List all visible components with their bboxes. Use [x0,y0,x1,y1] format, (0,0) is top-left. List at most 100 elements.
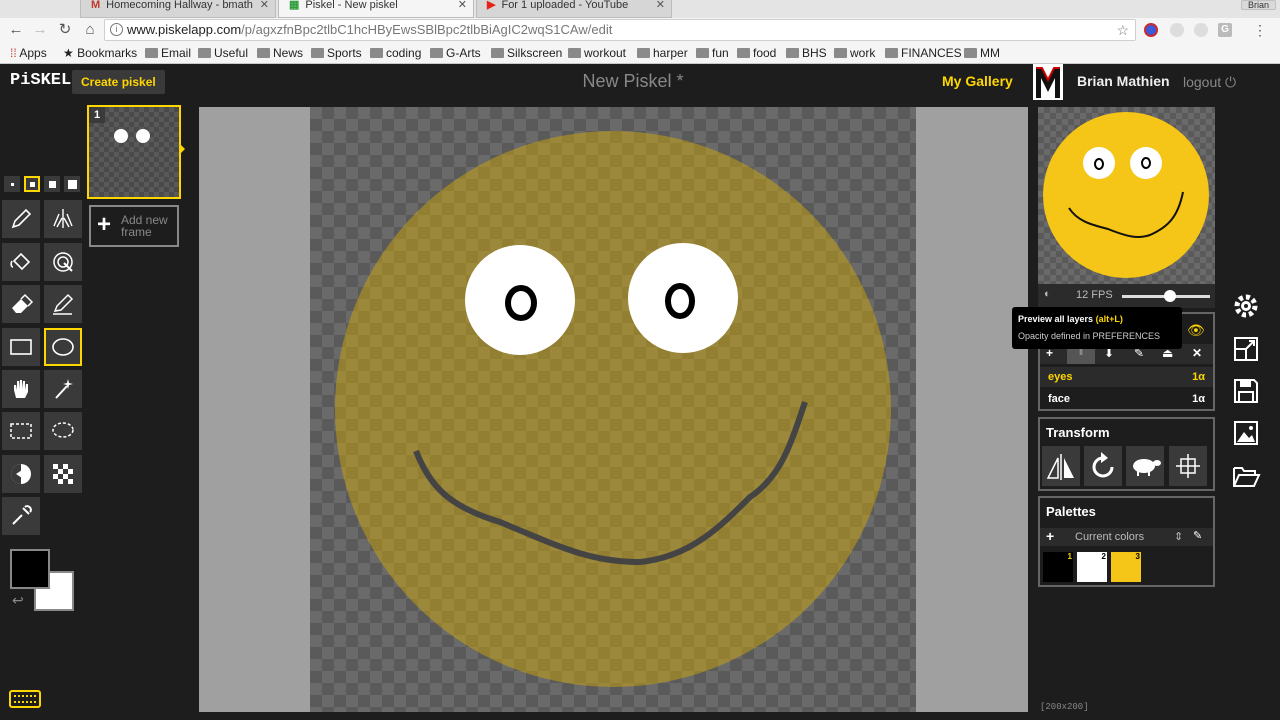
open-folder-icon[interactable] [1227,457,1265,495]
bookmark-folder[interactable]: coding [370,46,421,60]
ellipse-tool[interactable] [44,328,82,366]
palette-color-2[interactable]: 2 [1077,552,1107,582]
fps-slider-handle[interactable] [1164,290,1177,302]
export-image-icon[interactable] [1227,414,1265,452]
dithering-tool[interactable] [44,455,82,493]
google-extension-icon[interactable]: G [1218,23,1232,37]
layer-alpha[interactable]: 1α [1192,371,1205,383]
delete-layer-icon[interactable]: ✕ [1192,346,1202,360]
palette-select-value[interactable]: Current colors [1075,531,1144,543]
primary-color-swatch[interactable] [10,549,50,589]
url-host: www.piskelapp.com [127,22,242,37]
extension-flag-icon[interactable] [1144,23,1158,37]
eraser-tool[interactable] [2,285,40,323]
folder-icon [834,48,847,58]
pixel-canvas[interactable] [310,107,916,712]
bookmark-folder[interactable]: workout [568,46,626,60]
center-button[interactable] [1169,446,1207,486]
close-tab-icon[interactable]: ✕ [260,0,269,11]
bookmark-folder[interactable]: Email [145,46,191,60]
vertical-mirror-pen-tool[interactable] [44,200,82,238]
my-gallery-link[interactable]: My Gallery [942,73,1013,89]
color-picker-tool[interactable] [2,497,40,535]
flip-button[interactable] [1042,446,1080,486]
bookmark-folder[interactable]: Sports [311,46,362,60]
palette-color-3[interactable]: 3 [1111,552,1141,582]
lighten-tool[interactable] [2,455,40,493]
bookmark-star-icon[interactable]: ☆ [1116,20,1129,40]
bookmark-folder[interactable]: MM [964,46,1000,60]
browser-tab-active[interactable]: ▦ Piskel - New piskel ✕ [278,0,474,18]
resize-icon[interactable] [1227,330,1265,368]
bookmark-folder[interactable]: food [737,46,776,60]
browser-menu-icon[interactable]: ⋮ [1250,20,1270,40]
layer-item[interactable]: face 1α [1040,389,1213,409]
bookmark-folder[interactable]: fun [696,46,729,60]
browser-profile-button[interactable]: Brian [1240,0,1276,10]
layer-item[interactable]: eyes 1α [1040,367,1213,387]
username[interactable]: Brian Mathien [1077,73,1170,89]
animation-preview[interactable] [1038,107,1215,284]
move-tool[interactable] [2,370,40,408]
browser-tab[interactable]: ▶ For 1 uploaded - YouTube ✕ [476,0,672,18]
pen-size-2[interactable] [24,176,40,192]
apps-grid-icon: ⁞⁞ [10,46,20,60]
shape-selection-tool[interactable] [44,370,82,408]
extension-icon[interactable] [1194,23,1208,37]
bookmark-folder[interactable]: Silkscreen [491,46,562,60]
pen-size-1[interactable] [4,176,20,192]
pen-size-4[interactable] [64,176,80,192]
add-frame-button[interactable]: + Add new frame [89,205,179,247]
url-path: /p/agxzfnBpc2tlbC1hcHByEwsSBlBpc2tlbBiAg… [241,22,613,37]
avatar[interactable] [1033,64,1063,100]
preview-all-layers-eye-icon[interactable]: 👁 [1187,322,1205,339]
swap-colors-icon[interactable]: ↩ [12,592,24,609]
onion-skin-icon[interactable]: ◐ [1044,288,1051,300]
bookmark-folder[interactable]: work [834,46,875,60]
keyboard-shortcuts-icon[interactable] [9,690,41,708]
bookmarks-bar: ⁞⁞ Apps ★ Bookmarks Email Useful News Sp… [0,42,1280,64]
save-icon[interactable] [1227,372,1265,410]
rectangle-selection-tool[interactable] [2,412,40,450]
rectangle-tool[interactable] [2,328,40,366]
bookmark-folder[interactable]: FINANCES [885,46,962,60]
logout-link[interactable]: logout ⏻ [1183,74,1236,91]
clone-button[interactable] [1126,446,1164,486]
palette-color-1[interactable]: 1 [1043,552,1073,582]
back-icon[interactable]: ← [6,20,26,40]
fps-slider[interactable] [1122,290,1210,302]
add-palette-icon[interactable]: + [1046,528,1054,544]
home-icon[interactable]: ⌂ [80,20,100,40]
fps-label: 12 FPS [1076,289,1113,301]
bookmark-folder[interactable]: BHS [786,46,827,60]
bookmark-folder[interactable]: News [257,46,303,60]
bookmark-folder[interactable]: Useful [198,46,248,60]
info-icon[interactable]: i [110,23,123,36]
settings-gear-icon[interactable] [1227,287,1265,325]
lasso-selection-tool[interactable] [44,412,82,450]
close-tab-icon[interactable]: ✕ [656,0,665,11]
paint-bucket-tool[interactable] [2,243,40,281]
url-field[interactable]: i www.piskelapp.com/p/agxzfnBpc2tlbC1hcH… [104,19,1136,41]
palette-selector[interactable]: + Current colors ⇕ ✎ [1040,528,1213,546]
close-tab-icon[interactable]: ✕ [458,0,467,11]
pen-tool[interactable] [2,200,40,238]
stroke-tool[interactable] [44,285,82,323]
extension-icon[interactable] [1170,23,1184,37]
bookmark-bookmarks[interactable]: ★ Bookmarks [63,46,137,60]
eraser-icon [12,293,34,313]
pen-size-3[interactable] [44,176,60,192]
forward-icon[interactable]: → [30,20,50,40]
edit-palette-icon[interactable]: ✎ [1193,529,1202,542]
bookmark-folder[interactable]: G-Arts [430,46,481,60]
mirror-pen-icon [53,209,73,228]
rotate-button[interactable] [1084,446,1122,486]
bookmark-apps[interactable]: ⁞⁞ Apps [10,46,47,60]
frame-thumbnail-1[interactable]: 1 [87,105,181,199]
browser-tab[interactable]: M Homecoming Hallway - bmath ✕ [80,0,276,18]
reload-icon[interactable]: ↻ [55,20,75,40]
layer-alpha[interactable]: 1α [1192,393,1205,405]
paint-same-color-tool[interactable] [44,243,82,281]
bookmark-folder[interactable]: harper [637,46,688,60]
align-center-icon [1176,454,1200,478]
